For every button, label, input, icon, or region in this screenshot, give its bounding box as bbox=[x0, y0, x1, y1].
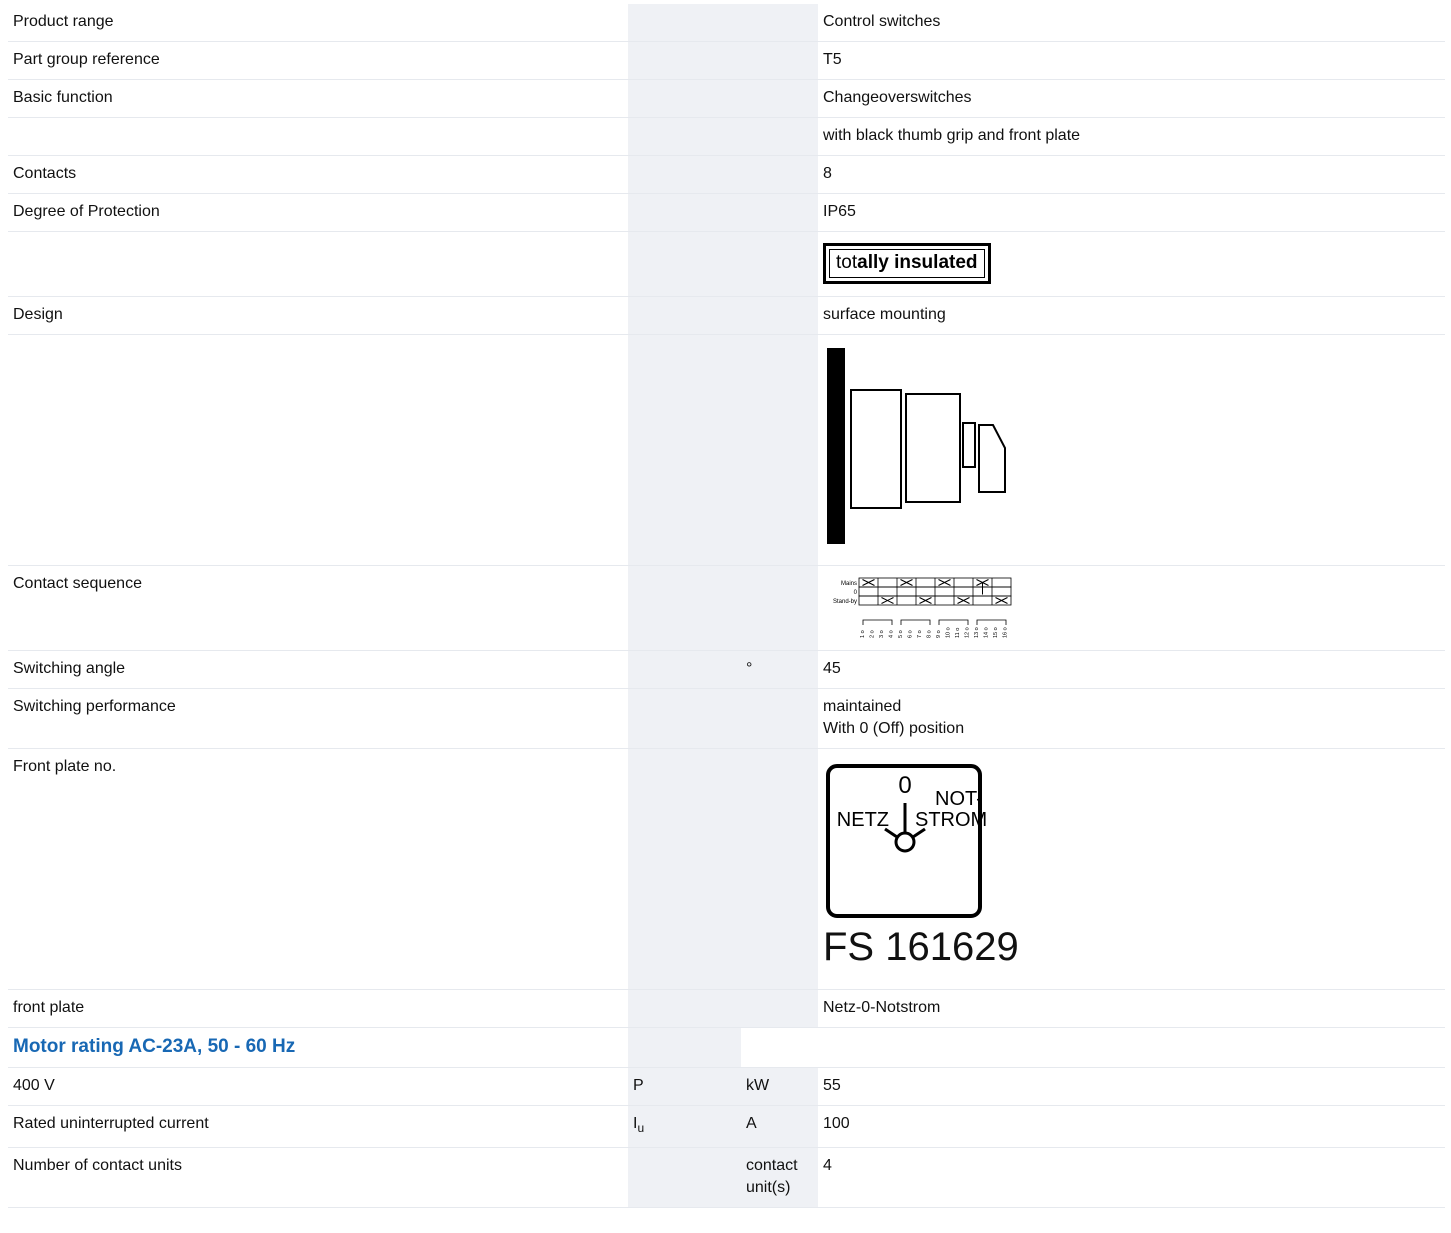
row-product-range: Product range Control switches bbox=[8, 4, 1445, 42]
row-basic-function: Basic function Changeoverswitches bbox=[8, 79, 1445, 118]
value: surface mounting bbox=[818, 296, 1445, 335]
seq-terminal-number: 7 o bbox=[917, 630, 923, 638]
seq-terminal-number: 2 o bbox=[870, 630, 876, 638]
unit: A bbox=[741, 1105, 818, 1149]
label: Switching performance bbox=[8, 688, 628, 749]
value: 55 bbox=[818, 1067, 1445, 1106]
value: Changeoverswitches bbox=[818, 79, 1445, 118]
front-plate-code: FS 161629 bbox=[823, 925, 1019, 969]
seq-position-label: Mains bbox=[841, 581, 857, 587]
row-design: Design surface mounting bbox=[8, 296, 1445, 335]
value: with black thumb grip and front plate bbox=[818, 117, 1445, 156]
row-front-plate: front plate Netz-0-Notstrom bbox=[8, 989, 1445, 1028]
label: Front plate no. bbox=[8, 748, 628, 990]
label: 400 V bbox=[8, 1067, 628, 1106]
seq-terminal-number: 6 o bbox=[908, 630, 914, 638]
value: 4 bbox=[818, 1147, 1445, 1209]
value-line-1: maintained bbox=[823, 698, 902, 715]
row-400v: 400 V P kW 55 bbox=[8, 1067, 1445, 1106]
unit: ° bbox=[741, 650, 818, 689]
row-part-group: Part group reference T5 bbox=[8, 41, 1445, 80]
front-plate-drawing: 0 NETZ NOT- STROM bbox=[826, 764, 987, 918]
row-switching-performance: Switching performance maintained With 0 … bbox=[8, 688, 1445, 749]
seq-terminal-number: 3 o bbox=[879, 630, 885, 638]
seq-terminal-number: 12 o bbox=[965, 627, 971, 638]
label: Product range bbox=[8, 4, 628, 42]
seq-position-label: 0 bbox=[854, 590, 858, 596]
label: Rated uninterrupted current bbox=[8, 1105, 628, 1149]
row-design-drawing bbox=[8, 334, 1445, 566]
label: Part group reference bbox=[8, 41, 628, 80]
label: Degree of Protection bbox=[8, 193, 628, 232]
seq-contact-mark bbox=[900, 579, 913, 586]
row-contact-sequence: Contact sequence Mains 0 Stand-by 1 o 2 o3 o… bbox=[8, 565, 1445, 651]
row-insulation: totally insulated bbox=[8, 231, 1445, 297]
seq-terminal-bracket bbox=[976, 619, 1007, 625]
value: Netz-0-Notstrom bbox=[818, 989, 1445, 1028]
spec-table: Product range Control switches Part grou… bbox=[8, 4, 1445, 1209]
seq-terminal-number: 9 o bbox=[936, 630, 942, 638]
seq-position-label: Stand-by bbox=[833, 599, 857, 605]
seq-terminal-number: 10 o bbox=[946, 627, 952, 638]
contact-sequence-diagram: Mains 0 Stand-by 1 o 2 o3 o 4 o5 o 6 o7 o 8 o9 … bbox=[833, 577, 1012, 638]
seq-contact-mark bbox=[881, 597, 894, 604]
seq-terminal-number: 14 o bbox=[984, 627, 990, 638]
seq-contact-mark bbox=[995, 597, 1008, 604]
seq-terminal-number: 11 o bbox=[955, 628, 961, 638]
value: T5 bbox=[818, 41, 1445, 80]
plate-label-left: NETZ bbox=[837, 809, 889, 831]
totally-insulated-badge: totally insulated bbox=[823, 243, 991, 284]
row-rated-current: Rated uninterrupted current Iu A 100 bbox=[8, 1105, 1445, 1149]
seq-terminal-bracket bbox=[862, 619, 893, 625]
symbol: Iu bbox=[628, 1105, 741, 1149]
seq-terminal-number: 15 o bbox=[993, 627, 999, 638]
seq-terminal-bracket bbox=[938, 619, 969, 625]
label: Number of contact units bbox=[8, 1147, 628, 1209]
seq-terminal-number: 5 o bbox=[898, 630, 904, 638]
label: front plate bbox=[8, 989, 628, 1028]
row-basic-function-extra: with black thumb grip and front plate bbox=[8, 117, 1445, 156]
label: Design bbox=[8, 296, 628, 335]
section-motor-rating: Motor rating AC-23A, 50 - 60 Hz bbox=[8, 1027, 1445, 1068]
row-protection: Degree of Protection IP65 bbox=[8, 193, 1445, 232]
seq-contact-mark bbox=[938, 579, 951, 586]
seq-contact-mark bbox=[919, 597, 932, 604]
row-switching-angle: Switching angle ° 45 bbox=[8, 650, 1445, 689]
label: Switching angle bbox=[8, 650, 628, 689]
value: IP65 bbox=[818, 193, 1445, 232]
seq-terminal-number: 8 o bbox=[927, 630, 933, 638]
label: Contacts bbox=[8, 155, 628, 194]
section-title: Motor rating AC-23A, 50 - 60 Hz bbox=[8, 1027, 628, 1068]
plate-label-center: 0 bbox=[898, 772, 911, 799]
seq-contact-mark bbox=[957, 597, 970, 604]
value: 8 bbox=[818, 155, 1445, 194]
row-contact-units: Number of contact units contact unit(s) … bbox=[8, 1147, 1445, 1209]
label: Basic function bbox=[8, 79, 628, 118]
seq-terminal-number: 4 o bbox=[889, 630, 895, 638]
surface-mount-drawing bbox=[827, 348, 1006, 544]
seq-terminal-number: 16 o bbox=[1003, 627, 1009, 638]
seq-contact-mark bbox=[862, 579, 875, 586]
value-line-2: With 0 (Off) position bbox=[823, 720, 965, 737]
seq-terminal-bracket bbox=[900, 619, 931, 625]
seq-terminal-number: 13 o bbox=[974, 627, 980, 638]
row-front-plate-no: Front plate no. 0 NETZ NOT- STROM FS 161… bbox=[8, 748, 1445, 990]
value: 100 bbox=[818, 1105, 1445, 1149]
symbol: P bbox=[628, 1067, 741, 1106]
plate-label-right-bottom: STROM bbox=[915, 809, 987, 831]
unit: kW bbox=[741, 1067, 818, 1106]
spec-sheet: Product range Control switches Part grou… bbox=[8, 4, 1445, 1209]
value: Control switches bbox=[818, 4, 1445, 42]
value: 45 bbox=[818, 650, 1445, 689]
row-contacts: Contacts 8 bbox=[8, 155, 1445, 194]
unit: contact unit(s) bbox=[741, 1147, 818, 1209]
plate-label-right-top: NOT- bbox=[935, 788, 983, 810]
seq-terminal-number: 1 o bbox=[860, 630, 866, 638]
label: Contact sequence bbox=[8, 565, 628, 651]
